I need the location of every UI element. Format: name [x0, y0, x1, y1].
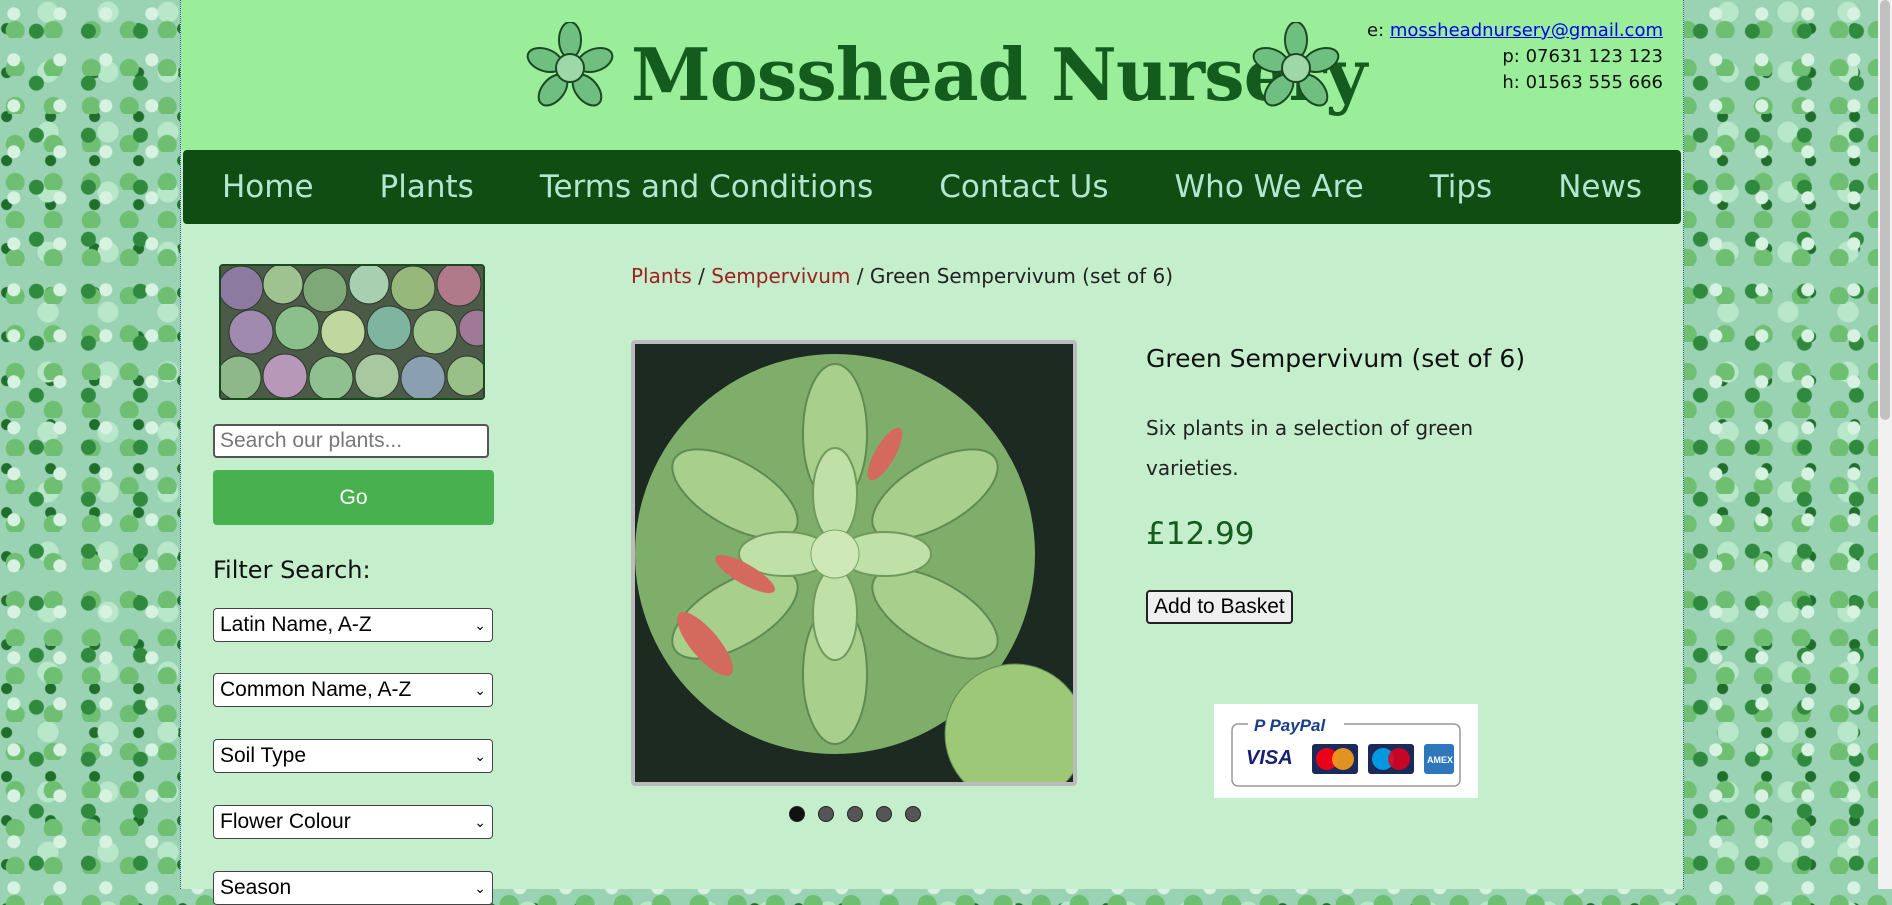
- nav-item-news[interactable]: News: [1525, 169, 1675, 205]
- search-input[interactable]: [213, 424, 489, 458]
- scrollbar-thumb[interactable]: [1880, 0, 1890, 420]
- email-label: e:: [1367, 20, 1385, 41]
- succulent-logo-icon: [526, 22, 614, 107]
- site-header: Mosshead Nursery e: mossheadnursery@gmai…: [181, 0, 1683, 150]
- breadcrumb-current: Green Sempervivum (set of 6): [869, 264, 1174, 288]
- home-number: 01563 555 666: [1525, 72, 1663, 93]
- nav-item-terms[interactable]: Terms and Conditions: [507, 169, 906, 205]
- contact-phone-line: p: 07631 123 123: [1367, 44, 1663, 70]
- contact-home-line: h: 01563 555 666: [1367, 70, 1663, 96]
- chevron-down-icon: ⌄: [474, 813, 486, 830]
- nav-item-home[interactable]: Home: [189, 169, 347, 205]
- nav-item-contact[interactable]: Contact Us: [906, 169, 1141, 205]
- breadcrumb-separator: /: [691, 264, 712, 288]
- phone-label: p:: [1502, 46, 1520, 67]
- carousel-dot[interactable]: [905, 806, 921, 822]
- carousel-dot[interactable]: [847, 806, 863, 822]
- filter-flower-colour-value: Flower Colour: [220, 810, 351, 833]
- chevron-down-icon: ⌄: [474, 616, 486, 633]
- nav-item-tips[interactable]: Tips: [1397, 169, 1525, 205]
- main-nav: Home Plants Terms and Conditions Contact…: [183, 150, 1681, 224]
- filter-season-value: Season: [220, 876, 292, 899]
- carousel-dot[interactable]: [876, 806, 892, 822]
- chevron-down-icon: ⌄: [474, 879, 486, 896]
- page-scrollbar[interactable]: [1878, 0, 1892, 889]
- filter-common-name-value: Common Name, A-Z: [220, 678, 412, 701]
- succulent-logo-icon: [1252, 22, 1340, 107]
- home-label: h:: [1502, 72, 1520, 93]
- sidebar-banner-image: [219, 264, 485, 400]
- breadcrumb-separator: /: [850, 264, 870, 288]
- filter-latin-name-value: Latin Name, A-Z: [220, 613, 372, 636]
- add-to-basket-button[interactable]: Add to Basket: [1146, 590, 1293, 624]
- breadcrumb-sempervivum-link[interactable]: Sempervivum: [711, 264, 850, 288]
- contact-info: e: mossheadnursery@gmail.com p: 07631 12…: [1367, 18, 1663, 96]
- visa-logo-text: VISA: [1246, 747, 1293, 769]
- filter-common-name-select[interactable]: Common Name, A-Z ⌄: [213, 673, 493, 707]
- filter-soil-type-value: Soil Type: [220, 744, 306, 767]
- nav-item-plants[interactable]: Plants: [347, 169, 507, 205]
- product-photo: [635, 344, 1073, 782]
- product-title: Green Sempervivum (set of 6): [1146, 344, 1526, 373]
- go-button[interactable]: Go: [213, 470, 494, 525]
- svg-text:AMEX: AMEX: [1427, 755, 1453, 765]
- svg-text:P PayPal: P PayPal: [1254, 716, 1326, 735]
- filter-search-heading: Filter Search:: [213, 556, 371, 584]
- contact-email-line: e: mossheadnursery@gmail.com: [1367, 18, 1663, 44]
- paypal-cards-logo: P PayPal VISA AMEX: [1231, 716, 1461, 787]
- page-container: Mosshead Nursery e: mossheadnursery@gmai…: [180, 0, 1684, 905]
- email-link[interactable]: mossheadnursery@gmail.com: [1390, 20, 1663, 41]
- carousel-dot[interactable]: [818, 806, 834, 822]
- filter-soil-type-select[interactable]: Soil Type ⌄: [213, 739, 493, 773]
- succulents-photo: [221, 266, 483, 398]
- phone-number: 07631 123 123: [1525, 46, 1663, 67]
- paypal-brand-text: PayPal: [1269, 716, 1326, 735]
- carousel-dots: [789, 806, 921, 822]
- chevron-down-icon: ⌄: [474, 747, 486, 764]
- product-price: £12.99: [1146, 516, 1255, 552]
- breadcrumb-plants-link[interactable]: Plants: [631, 264, 692, 288]
- filter-season-select[interactable]: Season ⌄: [213, 871, 493, 905]
- carousel-dot[interactable]: [789, 806, 805, 822]
- product-description: Six plants in a selection of green varie…: [1146, 416, 1474, 480]
- breadcrumb: Plants / Sempervivum / Green Sempervivum…: [631, 264, 1173, 288]
- paypal-payment-badge: P PayPal VISA AMEX: [1214, 704, 1478, 798]
- filter-flower-colour-select[interactable]: Flower Colour ⌄: [213, 805, 493, 839]
- product-image-carousel[interactable]: [631, 340, 1077, 786]
- filter-latin-name-select[interactable]: Latin Name, A-Z ⌄: [213, 608, 493, 642]
- nav-item-who-we-are[interactable]: Who We Are: [1142, 169, 1397, 205]
- chevron-down-icon: ⌄: [474, 681, 486, 698]
